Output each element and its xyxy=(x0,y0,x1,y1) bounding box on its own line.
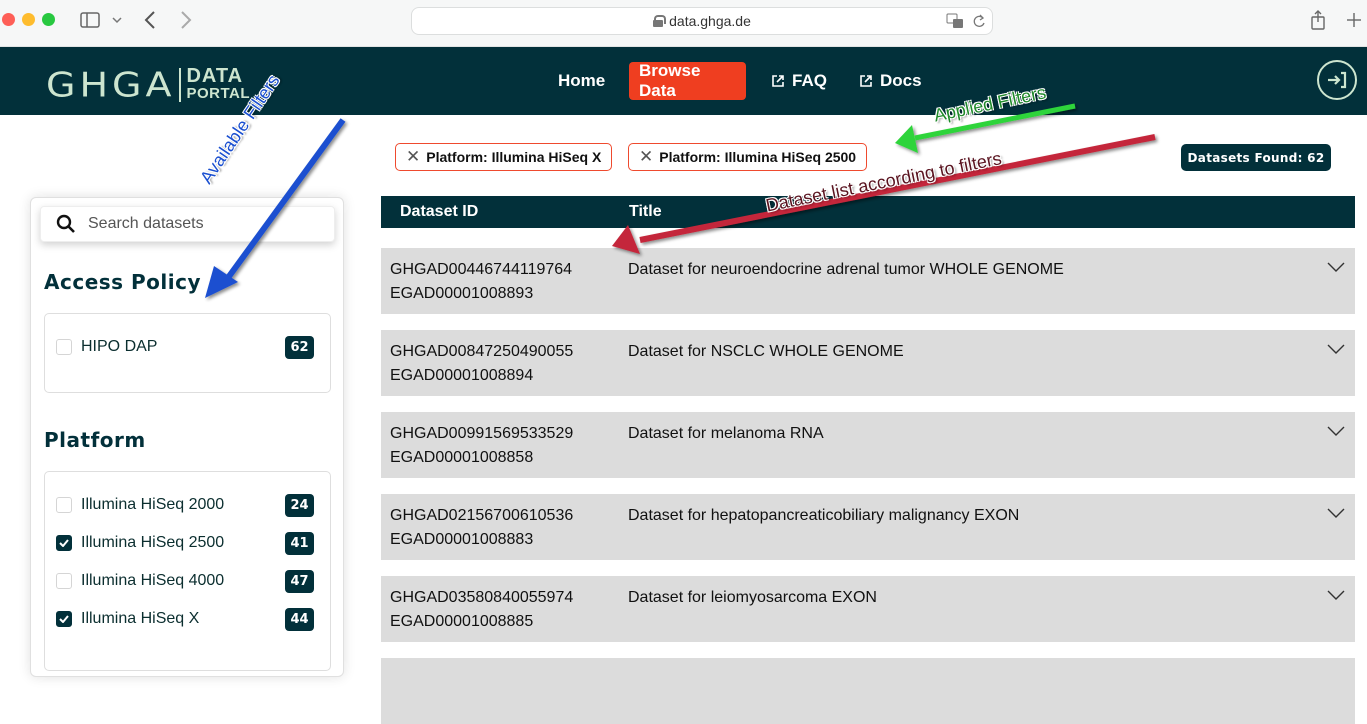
facet-option-hipo-dap[interactable]: HIPO DAP 62 xyxy=(56,335,314,359)
ghga-id: GHGAD00446744119764 xyxy=(390,261,573,278)
reload-icon[interactable] xyxy=(972,13,986,32)
count-badge: 47 xyxy=(285,570,314,593)
translate-icon[interactable] xyxy=(946,13,964,32)
chevron-down-icon[interactable] xyxy=(1327,589,1345,601)
address-bar[interactable]: data.ghga.de xyxy=(411,7,993,35)
chevron-down-icon[interactable] xyxy=(1327,507,1345,519)
column-header-dataset-id: Dataset ID xyxy=(400,203,479,220)
count-badge: 44 xyxy=(285,608,314,631)
facet-option-hiseq-2000[interactable]: Illumina HiSeq 2000 24 xyxy=(56,493,314,517)
facet-option-label: HIPO DAP xyxy=(81,338,158,355)
ega-id: EGAD00001008893 xyxy=(390,285,534,302)
ega-id: EGAD00001008894 xyxy=(390,367,534,384)
remove-filter-icon[interactable]: ✕ xyxy=(406,147,420,167)
chevron-down-icon[interactable] xyxy=(1327,343,1345,355)
chevron-down-icon[interactable] xyxy=(1327,425,1345,437)
sidebar-toggle-icon[interactable] xyxy=(80,8,100,32)
facet-option-label: Illumina HiSeq 2500 xyxy=(81,534,225,551)
checkbox[interactable] xyxy=(56,339,72,355)
logo-sub-text-2: PORTAL xyxy=(186,85,251,102)
share-icon[interactable] xyxy=(1310,8,1326,32)
facet-option-label: Illumina HiSeq X xyxy=(81,610,200,627)
table-row[interactable]: GHGAD00847250490055 EGAD00001008894 Data… xyxy=(381,330,1355,396)
ghga-logo[interactable]: GHGA DATA PORTAL xyxy=(46,63,250,107)
table-row[interactable]: GHGAD03580840055974 EGAD00001008885 Data… xyxy=(381,576,1355,642)
chevron-down-icon[interactable] xyxy=(1327,261,1345,273)
ega-id: EGAD00001008885 xyxy=(390,613,534,630)
nav-browse-data-label: Browse Data xyxy=(639,61,701,100)
nav-home-label: Home xyxy=(558,71,606,90)
facet-option-hiseq-4000[interactable]: Illumina HiSeq 4000 47 xyxy=(56,569,314,593)
table-row[interactable]: GHGAD00446744119764 EGAD00001008893 Data… xyxy=(381,248,1355,314)
facet-title-access-policy: Access Policy xyxy=(44,270,202,294)
forward-icon[interactable] xyxy=(180,8,192,32)
close-window-button[interactable] xyxy=(2,13,15,26)
count-badge: 62 xyxy=(285,336,314,359)
nav-docs[interactable]: Docs xyxy=(859,62,922,100)
applied-filter-label: Platform: Illumina HiSeq X xyxy=(426,149,602,165)
checkbox-checked[interactable] xyxy=(56,535,72,551)
ghga-id: GHGAD00991569533529 xyxy=(390,425,574,442)
external-link-icon xyxy=(772,75,784,87)
chevron-down-icon[interactable] xyxy=(112,8,122,32)
ega-id: EGAD00001008883 xyxy=(390,531,534,548)
applied-filter-chip[interactable]: ✕ Platform: Illumina HiSeq 2500 xyxy=(628,143,868,171)
dataset-title: Dataset for hepatopancreaticobiliary mal… xyxy=(628,507,1020,524)
login-icon xyxy=(1328,71,1347,89)
applied-filter-label: Platform: Illumina HiSeq 2500 xyxy=(659,149,857,165)
external-link-icon xyxy=(860,75,872,87)
ghga-id: GHGAD03580840055974 xyxy=(390,589,574,606)
site-header: GHGA DATA PORTAL Home Browse Data FAQ Do… xyxy=(0,47,1367,115)
ghga-id: GHGAD00847250490055 xyxy=(390,343,574,360)
url-text: data.ghga.de xyxy=(669,13,751,29)
remove-filter-icon[interactable]: ✕ xyxy=(639,147,653,167)
search-input[interactable] xyxy=(88,215,308,233)
dataset-title: Dataset for NSCLC WHOLE GENOME xyxy=(628,343,904,360)
maximize-window-button[interactable] xyxy=(42,13,55,26)
nav-faq-label: FAQ xyxy=(792,71,827,90)
lock-icon xyxy=(653,15,667,27)
facet-option-label: Illumina HiSeq 4000 xyxy=(81,572,225,589)
table-row-partial[interactable] xyxy=(381,658,1355,724)
facet-option-hiseq-2500[interactable]: Illumina HiSeq 2500 41 xyxy=(56,531,314,555)
column-header-title: Title xyxy=(629,203,662,220)
search-box[interactable] xyxy=(40,206,335,242)
count-badge: 24 xyxy=(285,494,314,517)
dataset-title: Dataset for melanoma RNA xyxy=(628,425,824,442)
login-button[interactable] xyxy=(1317,60,1357,100)
table-row[interactable]: GHGAD02156700610536 EGAD00001008883 Data… xyxy=(381,494,1355,560)
checkbox[interactable] xyxy=(56,497,72,513)
browser-toolbar: data.ghga.de xyxy=(0,0,1367,47)
ega-id: EGAD00001008858 xyxy=(390,449,534,466)
nav-browse-data[interactable]: Browse Data xyxy=(629,61,746,100)
checkbox[interactable] xyxy=(56,573,72,589)
back-icon[interactable] xyxy=(144,8,156,32)
facet-option-hiseq-x[interactable]: Illumina HiSeq X 44 xyxy=(56,607,314,631)
search-icon xyxy=(56,214,75,233)
nav-faq[interactable]: FAQ xyxy=(771,62,827,100)
checkbox-checked[interactable] xyxy=(56,611,72,627)
new-tab-icon[interactable] xyxy=(1346,8,1362,32)
datasets-found-badge: Datasets Found: 62 xyxy=(1181,144,1331,171)
nav-docs-label: Docs xyxy=(880,71,922,90)
logo-divider xyxy=(179,68,182,102)
facet-title-platform: Platform xyxy=(44,428,146,452)
nav-home[interactable]: Home xyxy=(558,62,605,100)
checkmark-icon xyxy=(59,539,69,547)
count-badge: 41 xyxy=(285,532,314,555)
table-row[interactable]: GHGAD00991569533529 EGAD00001008858 Data… xyxy=(381,412,1355,478)
logo-main-text: GHGA xyxy=(46,65,176,105)
ghga-id: GHGAD02156700610536 xyxy=(390,507,574,524)
applied-filter-chip[interactable]: ✕ Platform: Illumina HiSeq X xyxy=(395,143,613,171)
checkmark-icon xyxy=(59,615,69,623)
minimize-window-button[interactable] xyxy=(22,13,35,26)
dataset-title: Dataset for neuroendocrine adrenal tumor… xyxy=(628,261,1064,278)
dataset-title: Dataset for leiomyosarcoma EXON xyxy=(628,589,877,606)
facet-option-label: Illumina HiSeq 2000 xyxy=(81,496,225,513)
logo-sub-text-1: DATA xyxy=(186,65,244,87)
table-header: Dataset ID Title xyxy=(381,196,1355,228)
